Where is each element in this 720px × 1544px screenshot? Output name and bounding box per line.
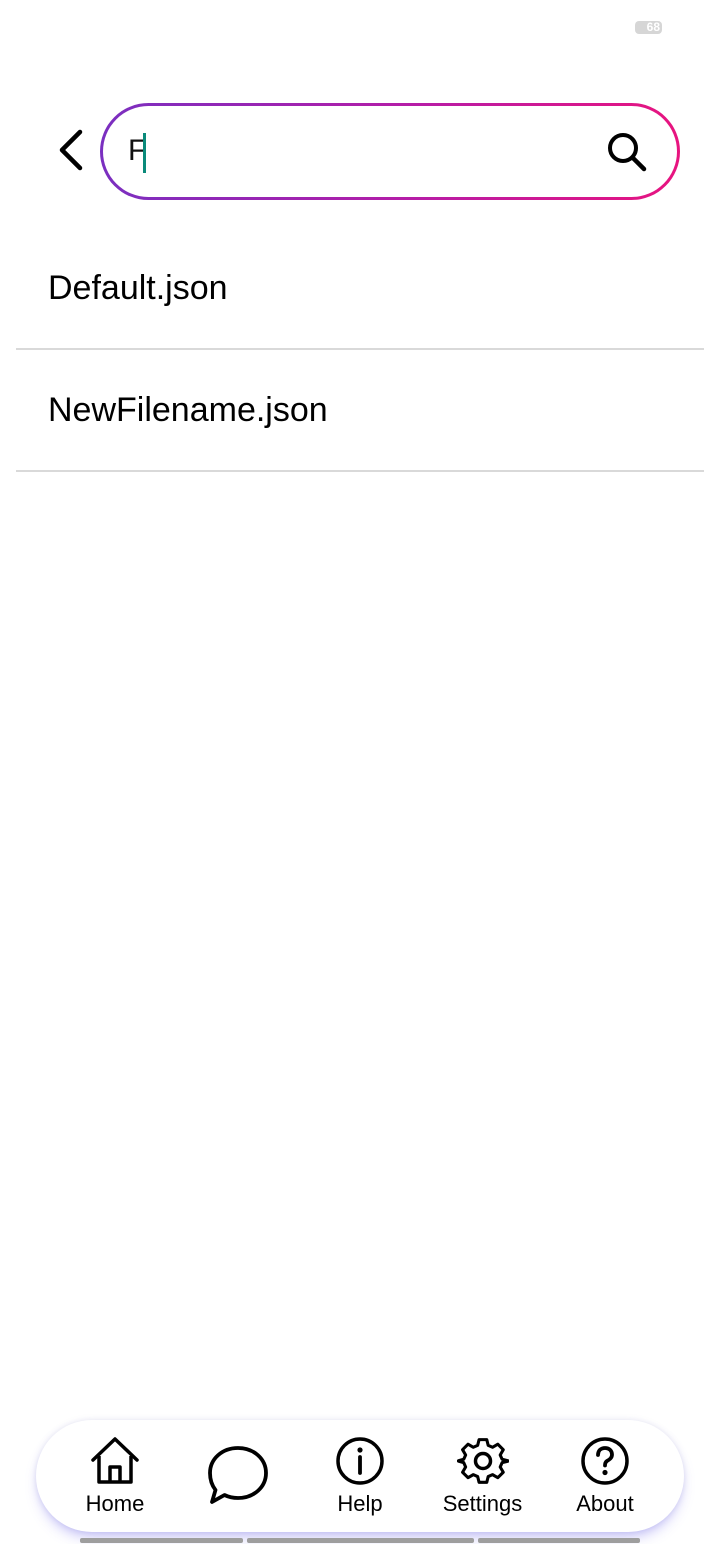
info-icon (336, 1437, 384, 1485)
search-bar (100, 103, 680, 200)
gesture-segment (80, 1538, 243, 1543)
file-list: Default.json NewFilename.json (16, 228, 704, 472)
nav-about[interactable]: About (548, 1420, 662, 1532)
text-caret (143, 133, 146, 173)
bottom-nav: Home Help Settings About (36, 1420, 684, 1532)
chat-bubble-icon (207, 1446, 268, 1504)
nav-home[interactable]: Home (58, 1420, 172, 1532)
battery-level: 68 (646, 21, 660, 34)
status-bar: 68 (0, 0, 720, 56)
nav-help[interactable]: Help (303, 1420, 417, 1532)
home-icon (91, 1437, 139, 1484)
gear-icon (456, 1438, 509, 1484)
nav-chat[interactable] (181, 1420, 295, 1532)
list-item[interactable]: NewFilename.json (16, 350, 704, 472)
nav-label: About (576, 1491, 634, 1516)
gesture-segment (247, 1538, 474, 1543)
search-icon (608, 133, 647, 172)
search-button[interactable] (603, 128, 651, 176)
question-icon (581, 1437, 629, 1485)
nav-settings[interactable]: Settings (426, 1420, 540, 1532)
back-button[interactable] (46, 122, 96, 178)
gesture-segment (478, 1538, 640, 1543)
file-name: NewFilename.json (48, 390, 328, 429)
nav-label: Help (337, 1491, 383, 1516)
battery-indicator: 68 (635, 21, 662, 34)
chevron-left-icon (59, 129, 83, 171)
screen: 68 Default.json NewFilename.json (0, 0, 720, 1544)
list-item[interactable]: Default.json (16, 228, 704, 350)
gesture-bar (80, 1538, 640, 1543)
nav-label: Settings (442, 1491, 523, 1516)
search-input[interactable] (128, 126, 568, 176)
file-name: Default.json (48, 268, 228, 307)
nav-label: Home (85, 1491, 145, 1516)
search-bar-inner (103, 106, 677, 197)
